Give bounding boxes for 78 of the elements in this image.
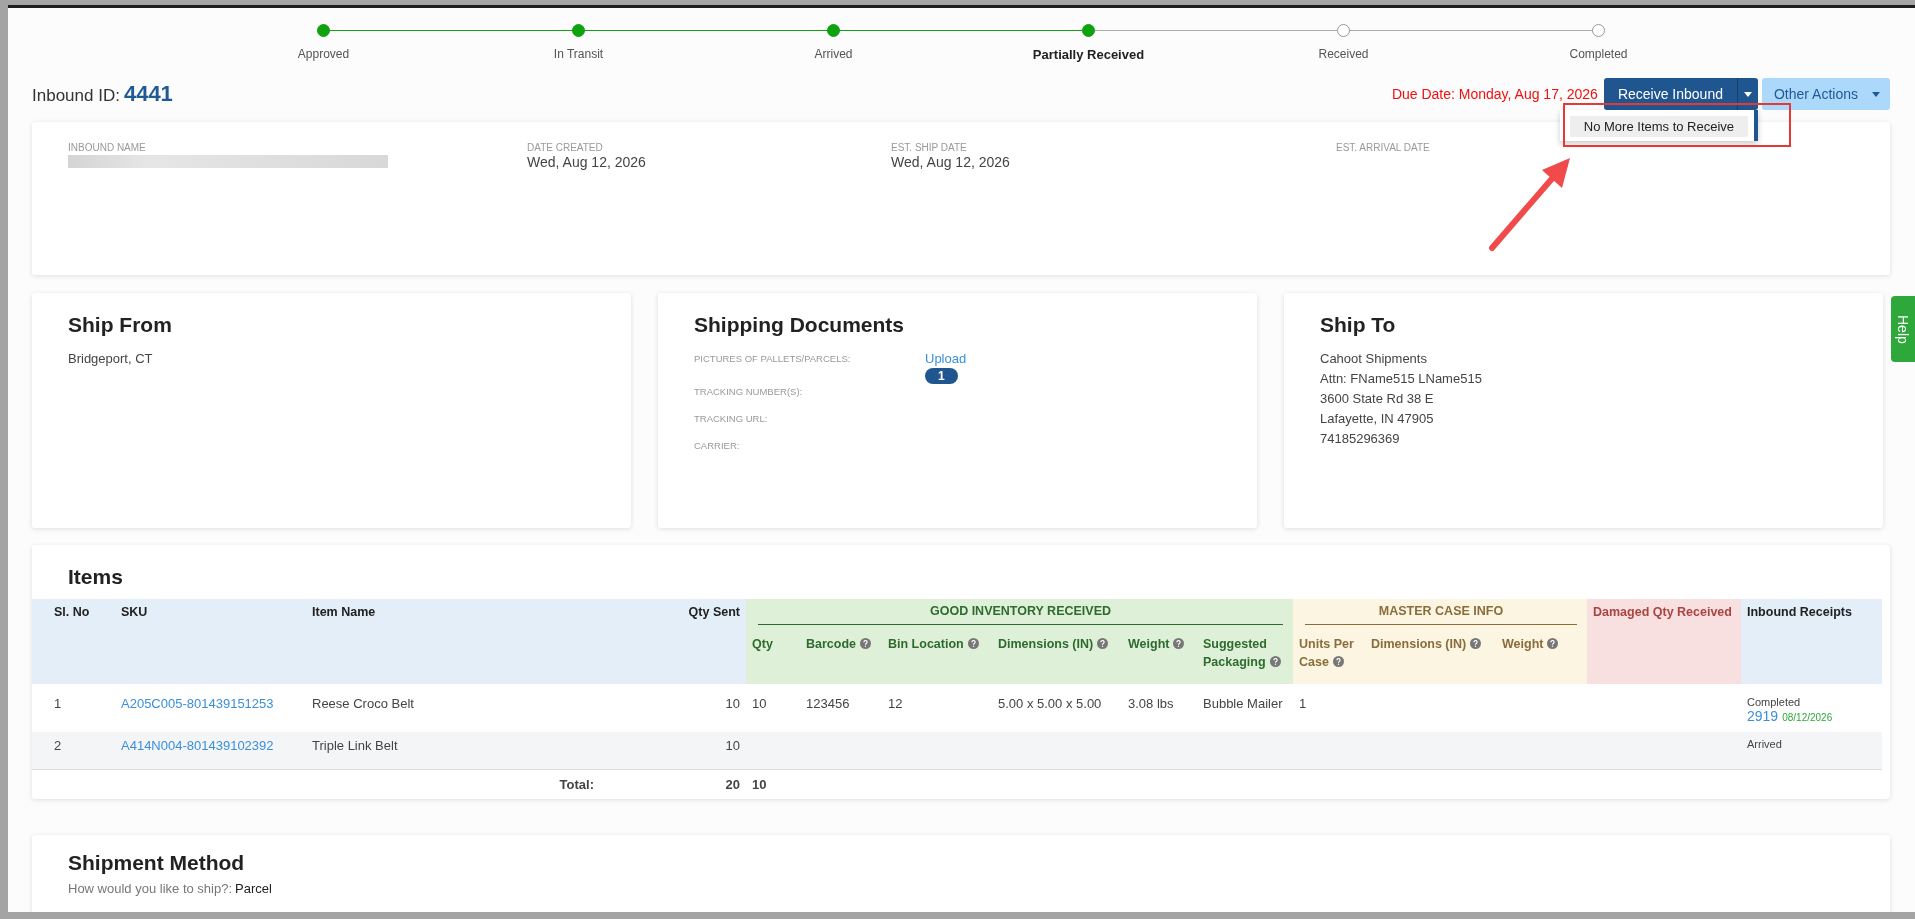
table-cell: 3.08 lbs — [1128, 696, 1174, 711]
table-cell: Triple Link Belt — [312, 738, 398, 753]
table-cell: 1 — [54, 696, 62, 711]
receive-inbound-button[interactable]: Receive Inbound — [1603, 78, 1737, 110]
column-header: Item Name — [306, 599, 600, 684]
field-label: EST. SHIP DATE — [891, 142, 967, 153]
column-header: Damaged Qty Received — [1587, 599, 1741, 684]
receipt-status: Arrived — [1747, 738, 1783, 750]
address-line: Cahoot Shipments — [1320, 350, 1427, 368]
receipt-link[interactable]: 2919 — [1747, 708, 1779, 724]
total-label: Total: — [559, 776, 594, 792]
address-line: Lafayette, IN 47905 — [1320, 410, 1434, 428]
column-header: Bin Location — [882, 628, 992, 684]
field-label: TRACKING URL: — [694, 412, 769, 424]
help-tab[interactable]: Help — [1891, 296, 1915, 362]
address-line: 74185296369 — [1320, 430, 1400, 448]
field-label: PICTURES OF PALLETS/PARCELS: — [694, 352, 852, 364]
receipt-date: 08/12/2026 — [1782, 712, 1833, 723]
field-label: DATE CREATED — [527, 142, 603, 153]
card-title: Shipping Documents — [694, 313, 904, 337]
due-date: Due Date: Monday, Aug 17, 2026 — [1391, 86, 1598, 102]
inbound-id: 4441 — [123, 81, 173, 106]
answer-value: Parcel — [235, 881, 272, 896]
step-label: Completed — [1569, 47, 1628, 61]
column-header: Dimensions (IN) — [992, 628, 1122, 684]
column-group-header: MASTER CASE INFO — [1293, 599, 1587, 629]
column-group-header: GOOD INVENTORY RECEIVED — [746, 599, 1293, 629]
step-label: Partially Received — [1032, 47, 1145, 62]
caret-icon — [1872, 91, 1880, 97]
count-badge: 1 — [925, 368, 958, 384]
column-header: Qty Sent — [600, 599, 746, 684]
field-value: Wed, Aug 12, 2026 — [891, 154, 1010, 170]
column-header: SKU — [115, 599, 306, 684]
step-label: In Transit — [553, 47, 604, 61]
card-title: Shipment Method — [68, 851, 245, 874]
step-label: Approved — [297, 47, 350, 61]
column-header: Qty — [746, 628, 800, 684]
column-header: Inbound Receipts — [1741, 599, 1882, 684]
address-line: 3600 State Rd 38 E — [1320, 390, 1434, 408]
question-label: How would you like to ship?: — [68, 881, 233, 896]
column-header: Suggested Packaging — [1197, 628, 1293, 684]
field-value: Wed, Aug 12, 2026 — [527, 154, 646, 170]
field-label: TRACKING NUMBER(S): — [694, 385, 804, 397]
column-header: Barcode — [800, 628, 882, 684]
other-actions-button[interactable]: Other Actions — [1761, 78, 1890, 110]
step-label: Received — [1318, 47, 1369, 61]
table-cell: 123456 — [806, 696, 850, 711]
menu-item[interactable]: No More Items to Receive — [1569, 116, 1748, 137]
inbound-id-label: Inbound ID: — [32, 86, 120, 105]
field-label: EST. ARRIVAL DATE — [1336, 142, 1430, 153]
address-line: Attn: FName515 LName515 — [1320, 370, 1482, 388]
caret-icon — [1743, 91, 1752, 97]
upload-link[interactable]: Upload — [925, 351, 967, 366]
table-cell: 10 — [752, 696, 767, 711]
column-header: Dimensions (IN) — [1365, 628, 1496, 684]
column-header: Weight — [1122, 628, 1197, 684]
sku-link[interactable]: A205C005-801439151253 — [121, 696, 274, 711]
column-header: Weight — [1496, 628, 1587, 684]
table-cell: 12 — [888, 696, 903, 711]
table-cell: 10 — [725, 696, 740, 711]
table-cell: Bubble Mailer — [1203, 696, 1283, 711]
table-cell: 10 — [725, 738, 740, 753]
table-cell: 2 — [54, 738, 62, 753]
table-cell: Reese Croco Belt — [312, 696, 414, 711]
field-label: INBOUND NAME — [68, 142, 146, 153]
total-qty-sent: 20 — [725, 776, 740, 792]
field-label: CARRIER: — [694, 439, 741, 451]
column-header: Sl. No — [32, 599, 115, 684]
card-title: Ship To — [1320, 313, 1396, 337]
card-title: Ship From — [68, 313, 172, 337]
table-cell: 5.00 x 5.00 x 5.00 — [998, 696, 1102, 711]
receipt-status: Completed — [1747, 696, 1802, 708]
column-header: Units Per Case — [1293, 628, 1365, 684]
step-label: Arrived — [814, 47, 853, 61]
total-qty: 10 — [752, 776, 767, 792]
card-title: Items — [67, 564, 124, 590]
table-cell: 1 — [1299, 696, 1307, 711]
address-line: Bridgeport, CT — [68, 350, 153, 368]
